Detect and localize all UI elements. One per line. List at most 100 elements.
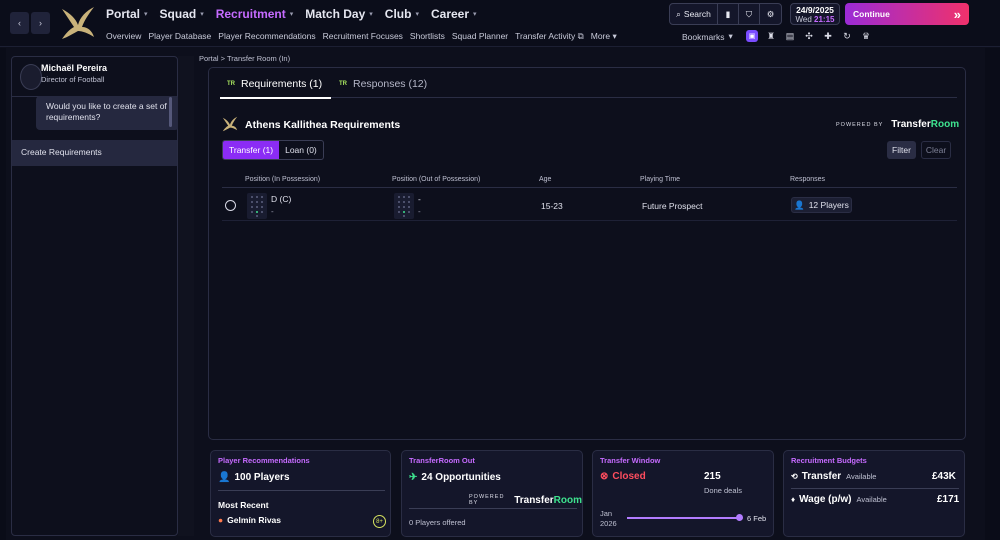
- transfer-window-card[interactable]: Transfer Window ⊗ Closed 215 Done deals J…: [592, 450, 774, 537]
- powered-by-transferroom: POWERED BY TransferRoom: [836, 119, 960, 130]
- settings-button[interactable]: ⚙: [760, 4, 781, 24]
- kit-icon[interactable]: ♜: [765, 30, 777, 42]
- window-start-month: Jan: [600, 509, 613, 518]
- card-divider: [409, 508, 577, 509]
- chevron-down-icon: ▾: [289, 11, 294, 18]
- transferroom-icon: TR: [227, 81, 235, 87]
- subnav-more[interactable]: More ▾: [591, 31, 617, 42]
- tactics-icon[interactable]: ✣: [803, 30, 815, 42]
- assistant-message: Would you like to create a set of requir…: [36, 96, 179, 130]
- chevron-down-icon: ▾: [612, 31, 617, 41]
- assistant-header: Michaël Pereira Director of Football: [12, 57, 177, 97]
- refresh-icon[interactable]: ↻: [841, 30, 853, 42]
- assistant-name: Michaël Pereira: [41, 63, 108, 73]
- back-button[interactable]: ‹: [10, 12, 29, 34]
- nav-match-day[interactable]: Match Day ▾: [305, 7, 373, 21]
- most-recent-player[interactable]: ● Gelmín Rivas: [218, 515, 281, 525]
- clipboard-icon[interactable]: ▤: [784, 30, 796, 42]
- assistant-panel: Michaël Pereira Director of Football Wou…: [11, 56, 179, 536]
- left-gutter: [0, 48, 6, 540]
- nav-squad[interactable]: Squad ▾: [160, 7, 204, 21]
- transferroom-icon: TR: [339, 81, 347, 87]
- continue-button[interactable]: Continue »: [845, 3, 969, 25]
- close-circle-icon: ⊗: [600, 471, 609, 482]
- column-header[interactable]: Responses: [790, 176, 825, 183]
- window-progress-track: [627, 514, 744, 521]
- column-header[interactable]: Age: [539, 176, 551, 183]
- bookmarks-dropdown[interactable]: Bookmarks ▾: [682, 31, 733, 42]
- shirt-icon: ♦: [791, 495, 796, 504]
- chevron-right-icon: ›: [39, 18, 42, 28]
- bookmark-button[interactable]: ▮: [718, 4, 739, 24]
- transfer-budget-value: £43K: [932, 471, 956, 482]
- window-progress-fill: [627, 517, 740, 519]
- medical-icon[interactable]: ✚: [822, 30, 834, 42]
- recommendations-count: 👤 100 Players: [218, 472, 290, 483]
- forward-button[interactable]: ›: [31, 12, 50, 34]
- transferroom-out-card[interactable]: TransferRoom Out ✈ 24 Opportunities POWER…: [401, 450, 583, 537]
- powered-by-transferroom: POWERED BY TransferRoom: [469, 494, 582, 506]
- nav-club[interactable]: Club ▾: [385, 7, 419, 21]
- requirements-title: Athens Kallithea Requirements: [245, 119, 401, 131]
- search-icon: ⌕: [676, 8, 681, 19]
- person-icon: 👤: [794, 199, 805, 210]
- ability-badge: 8+: [373, 515, 386, 528]
- subnav-player-database[interactable]: Player Database: [148, 31, 211, 42]
- playing-time: Future Prospect: [642, 201, 703, 211]
- player-recommendations-card[interactable]: Player Recommendations 👤 100 Players Most…: [210, 450, 391, 537]
- avatar: [20, 64, 42, 90]
- window-end-date: 6 Feb: [747, 514, 767, 523]
- nav-career[interactable]: Career ▾: [431, 7, 477, 21]
- card-divider: [218, 490, 385, 491]
- subnav-transfer-activity[interactable]: Transfer Activity ⧉: [515, 31, 584, 42]
- pitch-position-icon: [247, 193, 267, 219]
- tab-requirements[interactable]: TR Requirements (1): [219, 78, 332, 99]
- date-display[interactable]: 24/9/2025 Wed 21:15: [790, 3, 840, 25]
- subnav-squad-planner[interactable]: Squad Planner: [452, 31, 508, 42]
- position-in-possession: D (C): [271, 194, 292, 204]
- row-divider: [222, 220, 957, 221]
- background-column: [178, 56, 194, 536]
- toggle-transfer[interactable]: Transfer (1): [223, 141, 280, 159]
- nav-portal[interactable]: Portal ▾: [106, 7, 148, 21]
- club-logo[interactable]: [58, 3, 98, 43]
- column-header[interactable]: Position (In Possession): [245, 176, 320, 183]
- club-badge-icon: [222, 116, 238, 132]
- shield-icon: ⛉: [745, 8, 753, 19]
- search-button[interactable]: ⌕ Search: [670, 4, 718, 24]
- position-out-of-possession: -: [418, 194, 421, 204]
- tab-responses[interactable]: TR Responses (12): [339, 78, 427, 90]
- responses-button[interactable]: 👤 12 Players: [791, 197, 852, 213]
- filter-button[interactable]: Filter: [887, 141, 916, 159]
- nav-recruitment[interactable]: Recruitment ▾: [216, 7, 294, 21]
- transfer-budget-label: ⟲ Transfer Available: [791, 471, 877, 482]
- recruitment-budgets-card[interactable]: Recruitment Budgets ⟲ Transfer Available £…: [783, 450, 965, 537]
- subnav-recruitment-focuses[interactable]: Recruitment Focuses: [323, 31, 403, 42]
- panel-scrollbar[interactable]: [169, 97, 172, 127]
- clear-button[interactable]: Clear: [921, 141, 951, 159]
- chat-icon[interactable]: ▣: [746, 30, 758, 42]
- column-header[interactable]: Playing Time: [640, 176, 680, 183]
- toggle-loan[interactable]: Loan (0): [279, 141, 323, 159]
- card-title: Player Recommendations: [218, 456, 310, 465]
- position-in-role: -: [271, 207, 274, 216]
- shield-button[interactable]: ⛉: [739, 4, 760, 24]
- external-link-icon: ⧉: [577, 31, 584, 41]
- done-deals-value: 215: [704, 471, 721, 482]
- bookmark-icons: ▣ ♜ ▤ ✣ ✚ ↻ ♛: [746, 30, 879, 42]
- row-select-radio[interactable]: [225, 200, 236, 211]
- done-deals-label: Done deals: [704, 486, 742, 495]
- create-requirements-button[interactable]: Create Requirements: [12, 140, 177, 166]
- column-header[interactable]: Position (Out of Possession): [392, 176, 480, 183]
- pitch-position-icon: [394, 193, 414, 219]
- subnav-shortlists[interactable]: Shortlists: [410, 31, 445, 42]
- subnav-player-recommendations[interactable]: Player Recommendations: [218, 31, 315, 42]
- trophy-icon[interactable]: ♛: [860, 30, 872, 42]
- transfer-loan-toggle: Transfer (1) Loan (0): [222, 140, 324, 160]
- opportunities-count: ✈ 24 Opportunities: [409, 472, 501, 483]
- chevron-down-icon: ▾: [728, 31, 733, 41]
- subnav-overview[interactable]: Overview: [106, 31, 141, 42]
- assistant-role: Director of Football: [41, 75, 105, 84]
- window-status: ⊗ Closed: [600, 471, 646, 482]
- bookmark-icon: ▮: [725, 8, 731, 19]
